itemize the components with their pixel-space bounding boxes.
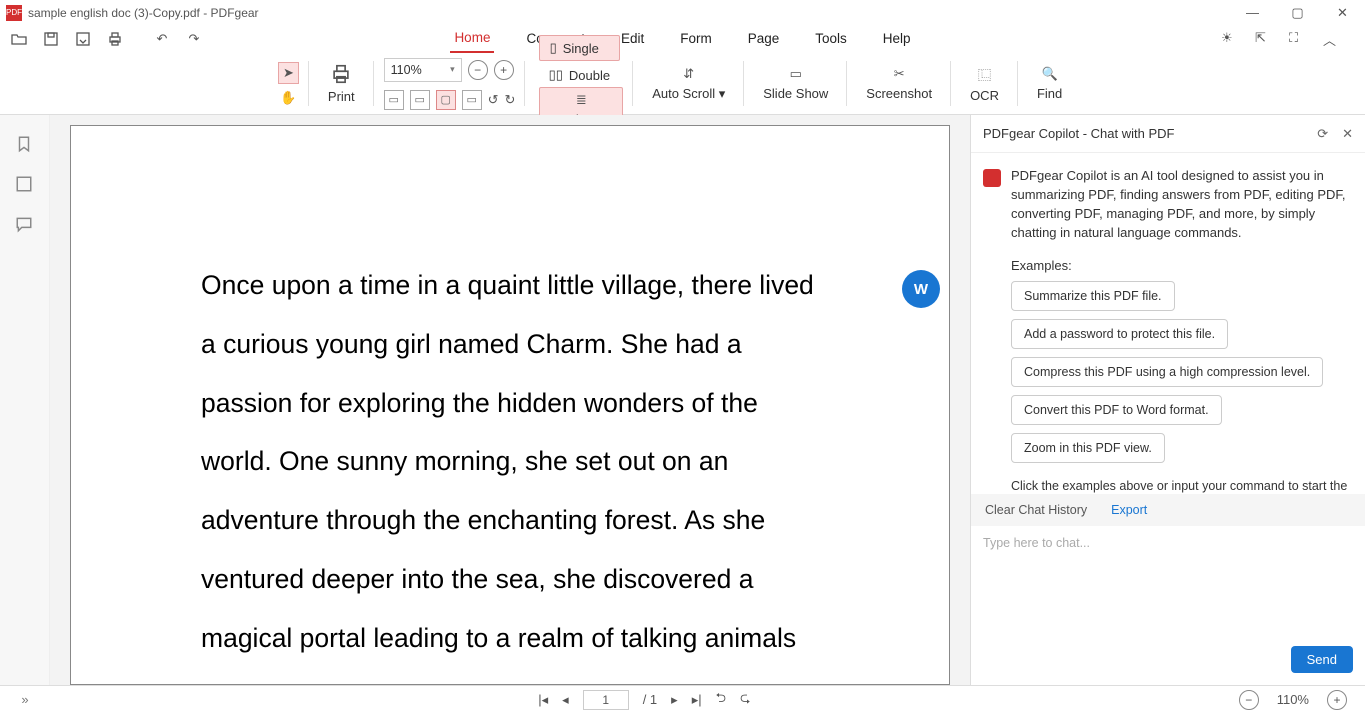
tab-page[interactable]: Page	[744, 27, 784, 52]
next-view-icon[interactable]: ⮎	[740, 689, 750, 711]
prev-page-button[interactable]: ◂	[562, 692, 569, 708]
example-chip-4[interactable]: Convert this PDF to Word format.	[1011, 395, 1222, 425]
scissors-icon: ✂	[894, 66, 905, 82]
minimize-button[interactable]: —	[1230, 0, 1275, 25]
chat-input[interactable]: Type here to chat...	[983, 536, 1353, 646]
tab-form[interactable]: Form	[676, 27, 716, 52]
print-button[interactable]: Print	[319, 58, 364, 109]
zoom-combo[interactable]: 110%▾	[384, 58, 462, 82]
find-button[interactable]: 🔍 Find	[1028, 61, 1071, 106]
slideshow-button[interactable]: ▭ Slide Show	[754, 61, 837, 106]
ocr-button[interactable]: ⿺ OCR	[961, 60, 1008, 108]
single-page-button[interactable]: ▯ Single	[539, 35, 621, 61]
hand-tool-icon[interactable]: ✋	[278, 90, 299, 106]
status-zoom-value: 110%	[1277, 692, 1309, 707]
fit-width-icon[interactable]: ▭	[410, 90, 430, 110]
example-chip-3[interactable]: Compress this PDF using a high compressi…	[1011, 357, 1323, 387]
page-total: / 1	[643, 692, 657, 707]
fit-page-icon[interactable]: ▢	[436, 90, 456, 110]
example-chip-1[interactable]: Summarize this PDF file.	[1011, 281, 1175, 311]
copilot-footer-text: Click the examples above or input your c…	[1011, 479, 1353, 493]
copilot-avatar-icon	[983, 169, 1001, 187]
select-tool-icon[interactable]: ➤	[278, 62, 299, 84]
example-chip-5[interactable]: Zoom in this PDF view.	[1011, 433, 1165, 463]
double-page-button[interactable]: ▯▯ Double	[539, 63, 621, 87]
rotate-ccw-icon[interactable]: ↺	[488, 92, 499, 108]
example-chip-2[interactable]: Add a password to protect this file.	[1011, 319, 1228, 349]
page-input[interactable]: 1	[583, 690, 629, 710]
autoscroll-button[interactable]: ⇵ Auto Scroll ▾	[643, 61, 734, 107]
double-page-icon: ▯▯	[549, 67, 563, 83]
send-button[interactable]: Send	[1291, 646, 1353, 673]
tab-tools[interactable]: Tools	[811, 27, 851, 52]
ocr-icon: ⿺	[978, 65, 991, 84]
fit-actual-icon[interactable]: ▭	[384, 90, 404, 110]
status-zoom-out-button[interactable]: −	[1239, 690, 1259, 710]
tab-home[interactable]: Home	[450, 26, 494, 53]
tab-edit[interactable]: Edit	[617, 27, 648, 52]
copilot-title: PDFgear Copilot - Chat with PDF	[983, 126, 1174, 141]
first-page-button[interactable]: |◂	[538, 692, 548, 708]
window-title: sample english doc (3)-Copy.pdf - PDFgea…	[28, 6, 259, 20]
single-page-icon: ▯	[550, 40, 557, 56]
maximize-button[interactable]: ▢	[1275, 0, 1320, 25]
expand-rail-icon[interactable]: »	[21, 692, 28, 707]
next-page-button[interactable]: ▸	[671, 692, 678, 708]
thumbnails-icon[interactable]	[15, 175, 35, 195]
rotate-cw-icon[interactable]: ↻	[505, 92, 516, 108]
tab-help[interactable]: Help	[879, 27, 915, 52]
status-zoom-in-button[interactable]: +	[1327, 690, 1347, 710]
continuous-icon: ≣	[576, 92, 587, 108]
bookmark-icon[interactable]	[15, 135, 35, 155]
screenshot-button[interactable]: ✂ Screenshot	[857, 61, 941, 106]
app-icon: PDF	[6, 5, 22, 21]
copilot-refresh-icon[interactable]: ⟳	[1317, 126, 1328, 142]
export-chat-button[interactable]: Export	[1111, 503, 1147, 517]
copilot-intro: PDFgear Copilot is an AI tool designed t…	[1011, 167, 1353, 242]
word-export-fab[interactable]: W	[902, 270, 940, 308]
last-page-button[interactable]: ▸|	[692, 692, 702, 708]
slideshow-icon: ▭	[790, 66, 802, 82]
print-icon	[330, 63, 352, 85]
autoscroll-icon: ⇵	[683, 66, 694, 82]
zoom-in-button[interactable]: +	[494, 60, 514, 80]
copilot-close-icon[interactable]: ✕	[1342, 126, 1353, 142]
fit-visible-icon[interactable]: ▭	[462, 90, 482, 110]
comments-icon[interactable]	[15, 215, 35, 235]
find-icon: 🔍	[1042, 66, 1058, 82]
examples-label: Examples:	[1011, 258, 1353, 273]
prev-view-icon[interactable]: ⮌	[716, 689, 726, 711]
document-text[interactable]: Once upon a time in a quaint little vill…	[201, 256, 819, 685]
close-button[interactable]: ✕	[1320, 0, 1365, 25]
clear-chat-button[interactable]: Clear Chat History	[985, 503, 1087, 517]
document-page[interactable]: Once upon a time in a quaint little vill…	[70, 125, 950, 685]
zoom-out-button[interactable]: −	[468, 60, 488, 80]
